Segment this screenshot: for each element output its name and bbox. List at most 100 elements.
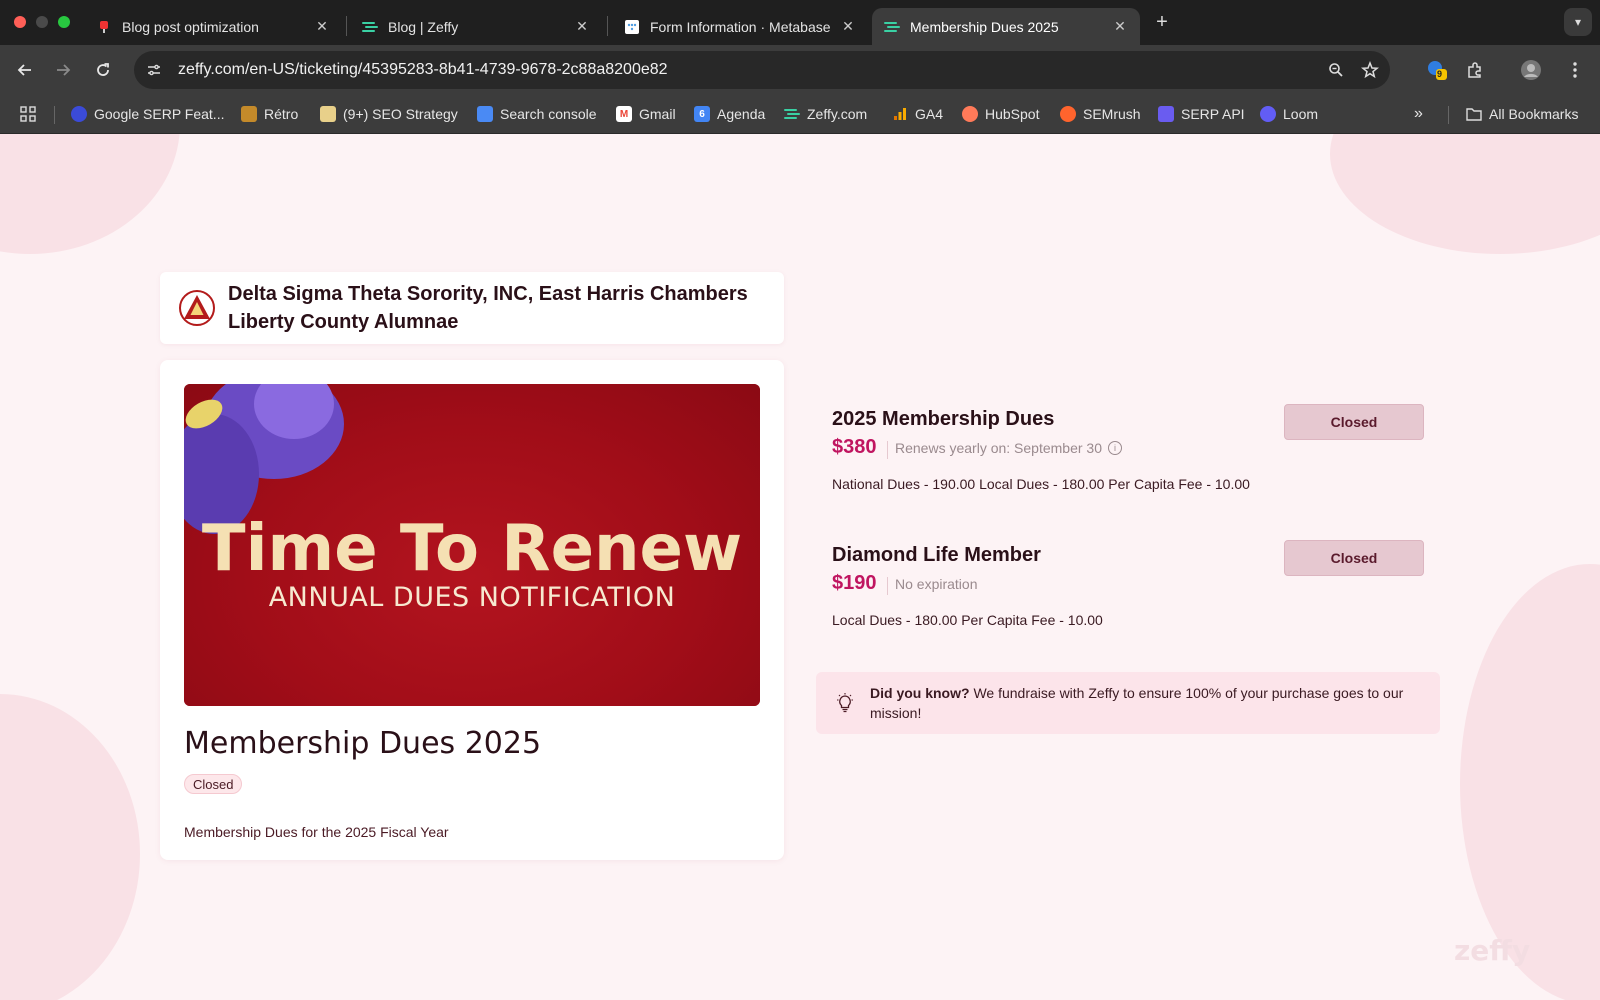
did-you-know-text: Did you know? We fundraise with Zeffy to… [870, 683, 1430, 723]
bookmark-label: GA4 [915, 106, 944, 122]
bookmark-star-icon[interactable] [1356, 56, 1384, 84]
banner-subtitle: ANNUAL DUES NOTIFICATION [268, 582, 676, 613]
bookmark-item[interactable]: 6 Agenda [694, 103, 765, 125]
retro-icon [241, 106, 257, 122]
sorority-crest-icon [179, 290, 215, 326]
bookmark-label: (9+) SEO Strategy [343, 106, 458, 122]
status-badge: Closed [184, 774, 243, 794]
search-console-icon [477, 106, 493, 122]
bookmark-label: Search console [500, 106, 597, 122]
closed-button[interactable]: Closed [1284, 540, 1424, 576]
url-text[interactable]: zeffy.com/en-US/ticketing/45395283-8b41-… [178, 61, 1322, 79]
calendar-icon: 6 [694, 106, 710, 122]
bookmarks-bar: Google SERP Feat... Rétro (9+) SEO Strat… [0, 94, 1600, 134]
zeffy-favicon-icon [362, 19, 378, 35]
tab-title: Blog | Zeffy [388, 18, 459, 35]
browser-menu-icon[interactable] [1562, 57, 1588, 83]
window-minimize-button[interactable] [36, 16, 48, 28]
bookmark-item[interactable]: M Gmail [616, 103, 676, 125]
bookmark-item[interactable]: Google SERP Feat... [71, 103, 224, 125]
zoom-icon[interactable] [1322, 56, 1350, 84]
close-tab-icon[interactable]: ✕ [840, 18, 856, 35]
page-content: Delta Sigma Theta Sorority, INC, East Ha… [0, 134, 1600, 1000]
form-title: Membership Dues 2025 [184, 726, 542, 761]
bookmark-label: Rétro [264, 106, 299, 122]
info-icon[interactable]: i [1108, 441, 1122, 455]
bookmark-label: HubSpot [985, 106, 1040, 122]
bookmark-item[interactable]: Loom [1260, 103, 1318, 125]
rate-expiration: No expiration [895, 576, 978, 592]
background-blob [1330, 134, 1600, 254]
bookmark-item[interactable]: SERP API [1158, 103, 1245, 125]
browser-toolbar: zeffy.com/en-US/ticketing/45395283-8b41-… [0, 45, 1600, 94]
more-bookmarks-icon[interactable]: » [1414, 103, 1423, 125]
browser-tab-active[interactable]: Membership Dues 2025 ✕ [872, 8, 1140, 45]
tab-title: Membership Dues 2025 [910, 18, 1059, 35]
browser-tab-bar: Blog post optimization ✕ Blog | Zeffy ✕ … [0, 0, 1600, 45]
profile-avatar-icon[interactable] [1518, 57, 1544, 83]
all-bookmarks-button[interactable]: All Bookmarks [1466, 103, 1578, 125]
reload-icon[interactable] [90, 57, 116, 83]
close-tab-icon[interactable]: ✕ [1112, 18, 1128, 35]
form-description: Membership Dues for the 2025 Fiscal Year [184, 824, 449, 840]
analytics-icon [892, 106, 908, 122]
google-serp-icon [71, 106, 87, 122]
serp-api-icon [1158, 106, 1174, 122]
zeffy-favicon-icon [884, 19, 900, 35]
zeffy-icon [784, 106, 800, 122]
bookmark-label: All Bookmarks [1489, 106, 1579, 122]
form-card: Time To Renew ANNUAL DUES NOTIFICATION M… [160, 360, 784, 860]
tab-search-button[interactable]: ▾ [1564, 8, 1592, 36]
lightbulb-icon [837, 693, 853, 713]
background-blob [0, 694, 140, 1000]
background-blob [0, 134, 180, 254]
did-you-know-lead: Did you know? [870, 685, 970, 701]
apps-grid-icon[interactable] [20, 103, 36, 125]
bookmark-item[interactable]: (9+) SEO Strategy [320, 103, 458, 125]
metabase-favicon-icon [624, 19, 640, 35]
extensions-puzzle-icon[interactable] [1462, 57, 1488, 83]
closed-button[interactable]: Closed [1284, 404, 1424, 440]
browser-tab[interactable]: Blog | Zeffy ✕ [350, 8, 602, 45]
back-arrow-icon[interactable] [12, 57, 38, 83]
bookmark-item[interactable]: HubSpot [962, 103, 1039, 125]
bookmark-label: SERP API [1181, 106, 1245, 122]
extension-badge-count: 9 [1437, 69, 1443, 79]
zeffy-watermark-logo: zeffy [1454, 934, 1531, 967]
bookmark-item[interactable]: Search console [477, 103, 597, 125]
rate-details: National Dues - 190.00 Local Dues - 180.… [832, 476, 1250, 492]
pin-favicon-icon [96, 19, 112, 35]
close-tab-icon[interactable]: ✕ [574, 18, 590, 35]
did-you-know-banner: Did you know? We fundraise with Zeffy to… [816, 672, 1440, 734]
window-zoom-button[interactable] [58, 16, 70, 28]
rate-details: Local Dues - 180.00 Per Capita Fee - 10.… [832, 612, 1103, 628]
bookmark-item[interactable]: SEMrush [1060, 103, 1141, 125]
banner-title: Time To Renew [201, 512, 743, 586]
loom-icon [1260, 106, 1276, 122]
bookmark-item[interactable]: GA4 [892, 103, 943, 125]
browser-tab[interactable]: Form Information · Metabase ✕ [612, 8, 868, 45]
bookmark-label: Loom [1283, 106, 1319, 122]
new-tab-button[interactable]: + [1150, 10, 1174, 34]
address-bar[interactable]: zeffy.com/en-US/ticketing/45395283-8b41-… [134, 51, 1390, 89]
window-close-button[interactable] [14, 16, 26, 28]
browser-tab[interactable]: Blog post optimization ✕ [84, 8, 342, 45]
rate-renewal-text: Renews yearly on: September 30 [895, 440, 1102, 456]
tab-title: Blog post optimization [122, 18, 259, 35]
site-settings-icon[interactable] [144, 60, 164, 80]
bookmark-item[interactable]: Rétro [241, 103, 298, 125]
bookmark-label: Agenda [717, 106, 766, 122]
close-tab-icon[interactable]: ✕ [314, 18, 330, 35]
bookmark-label: SEMrush [1083, 106, 1141, 122]
organization-header: Delta Sigma Theta Sorority, INC, East Ha… [160, 272, 784, 344]
hubspot-icon [962, 106, 978, 122]
rate-renewal: Renews yearly on: September 30 i [895, 440, 1122, 456]
tab-title: Form Information · Metabase [650, 18, 831, 35]
folder-icon [1466, 106, 1482, 122]
semrush-icon [1060, 106, 1076, 122]
bookmark-item[interactable]: Zeffy.com [784, 103, 867, 125]
form-banner-image: Time To Renew ANNUAL DUES NOTIFICATION [184, 384, 760, 706]
notion-icon [320, 106, 336, 122]
extension-badge-icon[interactable]: 9 [1424, 57, 1450, 83]
forward-arrow-icon[interactable] [50, 57, 76, 83]
